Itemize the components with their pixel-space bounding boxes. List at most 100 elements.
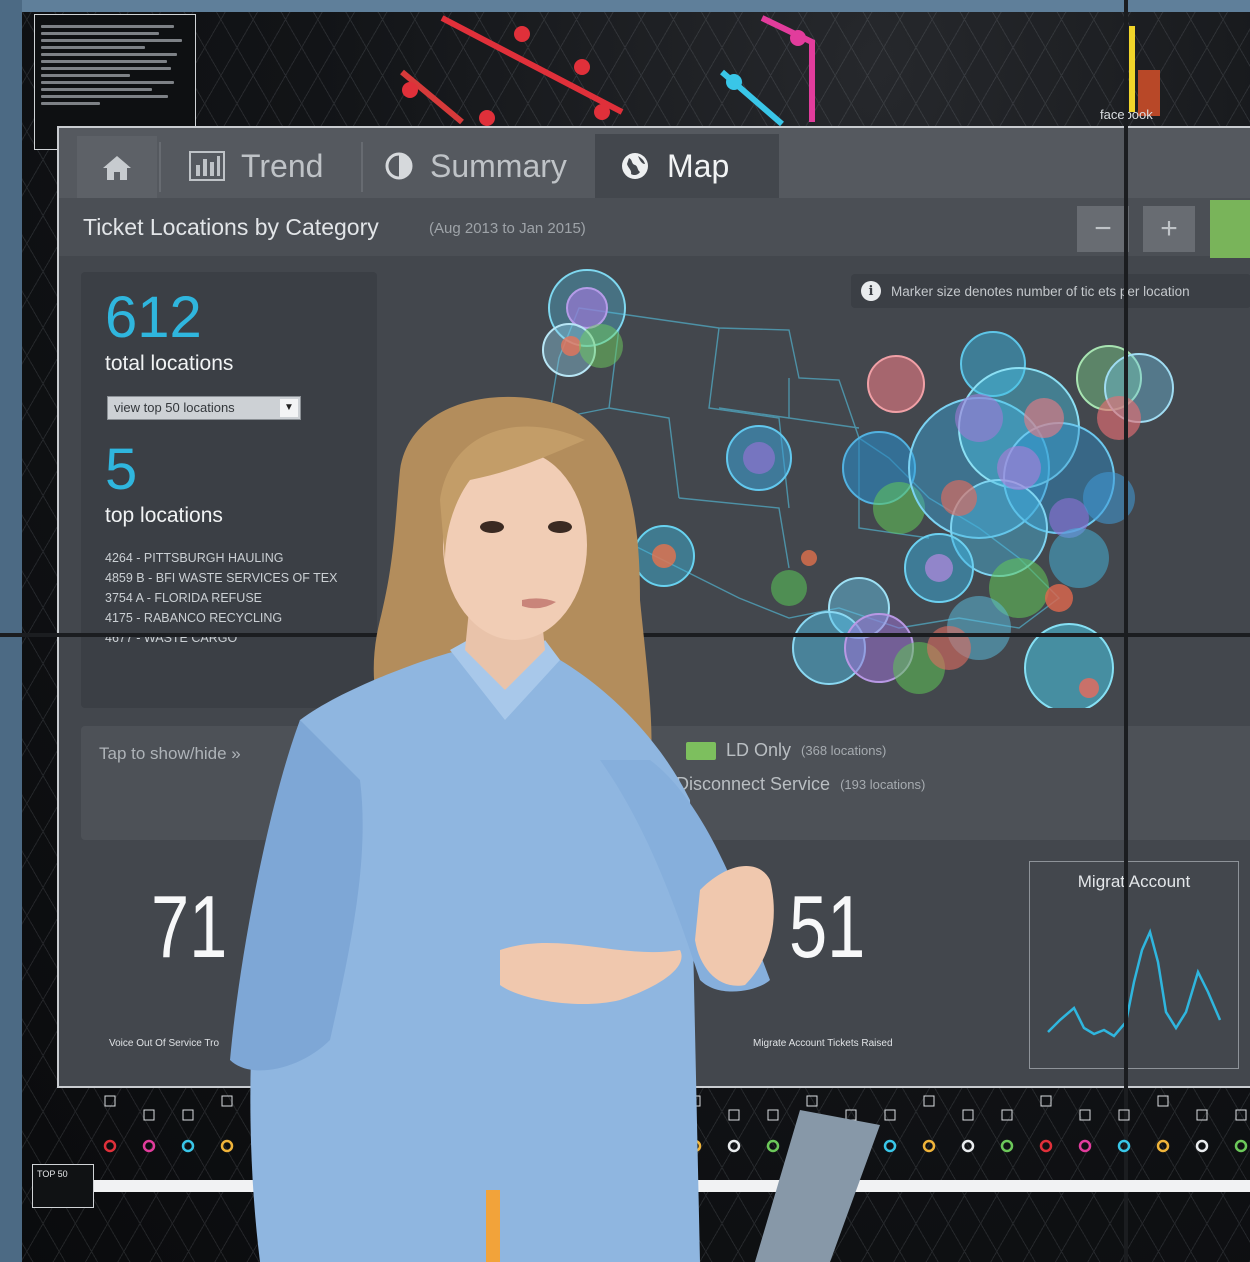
list-item[interactable]: 4175 - RABANCO RECYCLING (105, 608, 337, 628)
note-text-line (41, 32, 160, 35)
timeline-icon (104, 1095, 116, 1107)
select-value: view top 50 locations (114, 400, 235, 415)
timeline-icon (767, 1109, 779, 1121)
top-locations-select[interactable]: view top 50 locations ▼ (107, 396, 301, 420)
note-text-line (41, 39, 182, 42)
timeline-icon (1157, 1095, 1169, 1107)
screen-seam-horizontal (0, 633, 1250, 637)
top-infographic (400, 15, 1160, 127)
timeline-marker (688, 1139, 702, 1153)
total-locations-label: total locations (105, 352, 234, 375)
list-item[interactable]: 4859 B - BFI WASTE SERVICES OF TEX (105, 568, 337, 588)
tab-summary-label: Summary (430, 147, 567, 184)
locations-panel: 612 total locations view top 50 location… (81, 272, 377, 708)
timeline-icon (611, 1109, 623, 1121)
timeline-marker (571, 1139, 585, 1153)
timeline-marker (610, 1139, 624, 1153)
zoom-in-button[interactable]: + (1143, 206, 1195, 252)
note-text-line (41, 74, 130, 77)
contrast-icon (385, 152, 413, 180)
timeline-icon (1040, 1095, 1052, 1107)
chevron-down-icon[interactable]: ▼ (280, 399, 298, 417)
list-item[interactable]: 3754 A - FLORIDA REFUSE (105, 588, 337, 608)
metric-value: 71 (151, 877, 228, 976)
note-text-line (41, 25, 175, 28)
timeline-marker (1039, 1139, 1053, 1153)
metric-label: Migrate Account Tickets Raised (753, 1038, 893, 1049)
us-map[interactable] (459, 268, 1199, 708)
timeline-icon (689, 1095, 701, 1107)
globe-icon (622, 153, 648, 179)
legend-label: LD Only (726, 740, 792, 760)
legend-count: (368 locations) (801, 743, 887, 758)
timeline-icon (260, 1109, 272, 1121)
timeline-icon (1079, 1109, 1091, 1121)
timeline-marker (142, 1139, 156, 1153)
timeline-icon (884, 1109, 896, 1121)
timeline-marker (376, 1139, 390, 1153)
flow-line (440, 15, 624, 115)
map-marker (955, 394, 1003, 442)
timeline-icon (143, 1109, 155, 1121)
list-item[interactable]: 4264 - PITTSBURGH HAULING (105, 548, 337, 568)
home-icon (103, 156, 131, 180)
timeline-icon (533, 1109, 545, 1121)
tab-bar: Trend Summary Map (59, 128, 1250, 200)
screen-seam-vertical (1124, 0, 1128, 1262)
legend-label: Disconnect Service (676, 774, 831, 794)
bar-chart-icon (189, 151, 225, 181)
timeline-marker (1078, 1139, 1092, 1153)
flow-node (790, 30, 806, 46)
timeline-markers (103, 1095, 1248, 1153)
timeline-marker (1000, 1139, 1014, 1153)
tab-summary[interactable]: Summary (364, 134, 604, 198)
map-marker (801, 550, 817, 566)
legend-item-disconnect[interactable]: Disconnect Service (193 locations) (676, 774, 925, 795)
legend-item-ld-only[interactable]: LD Only (368 locations) (686, 740, 886, 761)
map-marker (941, 480, 977, 516)
map-marker (925, 554, 953, 582)
note-text-line (41, 53, 178, 56)
metric-label: Voice Out Of Service Tro (109, 1038, 220, 1049)
legend-toggle[interactable]: Tap to show/hide » (99, 744, 241, 764)
state-border (558, 407, 610, 419)
map-marker (1024, 398, 1064, 438)
timeline-marker (493, 1139, 507, 1153)
flow-node (402, 82, 418, 98)
timeline-marker (181, 1139, 195, 1153)
map-marker (1045, 584, 1073, 612)
tab-divider (361, 142, 363, 192)
timeline-marker (298, 1139, 312, 1153)
flow-node (726, 74, 742, 90)
timeline-marker (922, 1139, 936, 1153)
sparkline-card[interactable]: Migrat Account (1029, 861, 1239, 1069)
tab-trend[interactable]: Trend (161, 134, 389, 198)
legend-panel: Tap to show/hide » LD Only (368 location… (81, 726, 1250, 840)
map-marker (1049, 528, 1109, 588)
timeline-marker (961, 1139, 975, 1153)
note-text-line (41, 67, 172, 70)
top-locations-label: top locations (105, 504, 223, 527)
flow-node (479, 110, 495, 126)
tab-home[interactable] (77, 136, 157, 200)
export-button[interactable] (1210, 200, 1250, 258)
timeline-marker (415, 1139, 429, 1153)
timeline-icon (377, 1109, 389, 1121)
map-marker (566, 287, 608, 329)
sparkline-title: Migrat Account (1077, 872, 1191, 891)
list-item[interactable]: 4677 - WASTE CARGO (105, 628, 337, 648)
timeline-marker (454, 1139, 468, 1153)
date-range: (Aug 2013 to Jan 2015) (429, 220, 586, 237)
timeline-icon (455, 1095, 467, 1107)
top50-badge: TOP 50 (32, 1164, 94, 1208)
timeline-icon (299, 1109, 311, 1121)
total-locations-count: 612 (105, 285, 202, 350)
tab-map[interactable]: Map (595, 134, 779, 198)
timeline-icon (416, 1109, 428, 1121)
timeline-marker (727, 1139, 741, 1153)
map-marker (561, 336, 581, 356)
state-border (788, 378, 860, 429)
timeline-marker (649, 1139, 663, 1153)
zoom-out-button[interactable]: − (1077, 206, 1129, 252)
timeline-icon (923, 1095, 935, 1107)
